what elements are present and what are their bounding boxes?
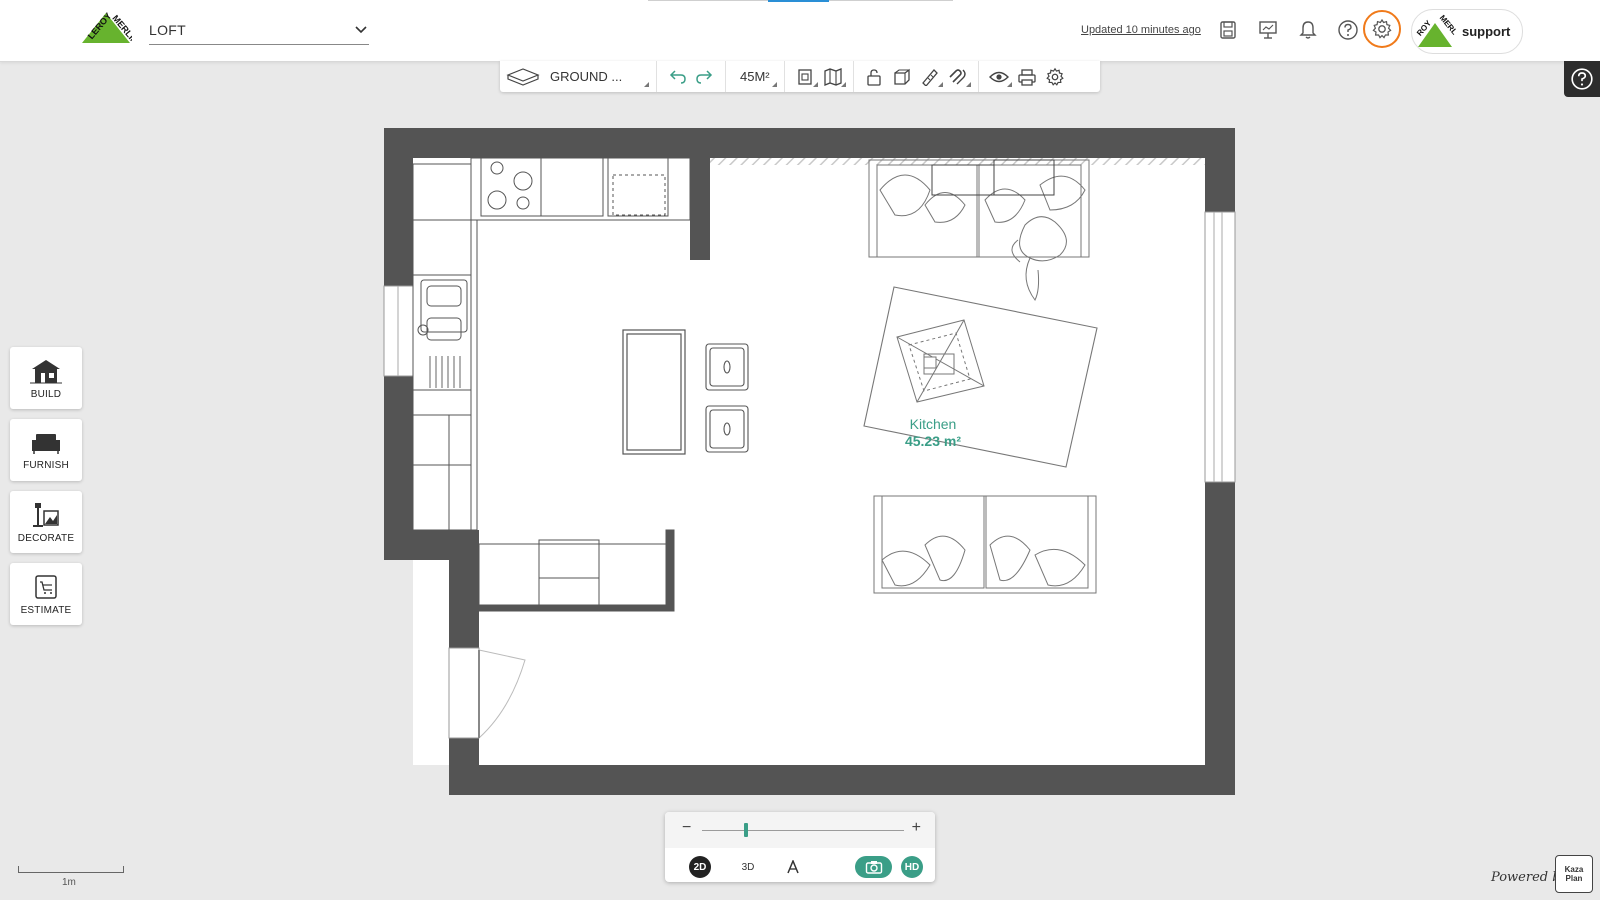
magnet-button[interactable]	[944, 65, 972, 89]
view-group	[979, 61, 1075, 92]
area-group: 45M²	[726, 61, 785, 92]
estimate-button[interactable]: ESTIMATE	[10, 563, 82, 625]
magnet-icon	[949, 68, 966, 84]
wall-hatch	[710, 158, 1205, 165]
printer-icon	[1017, 68, 1036, 86]
sofa-icon	[32, 433, 60, 454]
redo-icon	[696, 69, 713, 84]
zoom-row: − +	[665, 812, 935, 848]
lock-button[interactable]	[860, 65, 888, 89]
plan-document-button[interactable]	[791, 65, 819, 89]
room-area-label: 45.23 m²	[905, 433, 961, 449]
decorate-button[interactable]: DECORATE	[10, 491, 82, 553]
presentation-icon[interactable]	[1255, 17, 1281, 43]
window-right[interactable]	[1204, 211, 1236, 483]
help-icon[interactable]	[1335, 17, 1361, 43]
save-icon[interactable]	[1215, 17, 1241, 43]
last-updated-link[interactable]: Updated 10 minutes ago	[1081, 24, 1201, 36]
view-3d-button[interactable]: 3D	[735, 856, 761, 878]
scale-bar	[18, 866, 124, 873]
measure-button[interactable]	[916, 65, 944, 89]
area-button[interactable]: 45M²	[732, 65, 778, 89]
user-name: support	[1462, 24, 1511, 39]
floor-icon	[506, 67, 540, 86]
eye-icon	[988, 71, 1009, 82]
editor-toolbar: GROUND ... 45M²	[500, 61, 1100, 92]
zoom-out-button[interactable]: −	[682, 819, 691, 837]
user-menu-button[interactable]: ROY MERL support	[1411, 9, 1523, 54]
plan-group	[785, 61, 854, 92]
gear-icon	[1045, 67, 1064, 86]
gear-icon	[1372, 18, 1392, 39]
door[interactable]	[448, 647, 480, 739]
visibility-button[interactable]	[985, 65, 1013, 89]
floor-select[interactable]: GROUND ...	[506, 65, 650, 89]
print-button[interactable]	[1013, 65, 1041, 89]
redo-button[interactable]	[691, 65, 719, 89]
furnish-button[interactable]: FURNISH	[10, 419, 82, 481]
camera-icon	[865, 861, 882, 874]
floor-group: GROUND ...	[500, 61, 657, 92]
undo-icon	[669, 69, 686, 84]
estimate-label: ESTIMATE	[20, 604, 72, 616]
kazaplan-logo[interactable]: Kaza Plan	[1555, 855, 1593, 893]
view-controls: − + 2D 3D HD	[665, 812, 935, 882]
furnish-label: FURNISH	[23, 459, 69, 471]
plan-document-icon	[797, 68, 812, 85]
zoom-slider-track[interactable]	[702, 830, 904, 831]
project-name: LOFT	[149, 22, 186, 38]
room-name-label[interactable]: Kitchen	[910, 416, 957, 432]
settings-button[interactable]	[1363, 10, 1401, 48]
build-label: BUILD	[30, 388, 62, 400]
zoom-slider-thumb[interactable]	[744, 823, 749, 837]
plan-settings-button[interactable]	[1041, 65, 1069, 89]
estimate-icon	[35, 574, 57, 599]
decorate-icon	[33, 502, 59, 527]
camera-button[interactable]	[855, 856, 892, 878]
room-floor[interactable]	[413, 158, 1205, 765]
partition-wall[interactable]	[690, 158, 710, 260]
tools-group	[854, 61, 979, 92]
logo-text-top: Kaza	[1564, 865, 1584, 874]
map-button[interactable]	[819, 65, 847, 89]
brand-logo[interactable]: LEROY MERLIN	[80, 9, 132, 51]
bell-icon[interactable]	[1295, 17, 1321, 43]
cube-icon	[893, 68, 910, 85]
logo-text-bottom: Plan	[1565, 874, 1583, 883]
scale-label: 1m	[62, 877, 76, 888]
hd-render-button[interactable]: HD	[901, 856, 923, 878]
top-bar: LEROY MERLIN LOFT Updated 10 minutes ago…	[0, 0, 1600, 62]
text-tool-button[interactable]	[782, 856, 804, 878]
help-panel-toggle[interactable]	[1564, 61, 1600, 97]
ruler-icon	[921, 68, 938, 86]
decorate-label: DECORATE	[17, 532, 75, 544]
build-button[interactable]: BUILD	[10, 347, 82, 409]
walls-button[interactable]	[888, 65, 916, 89]
floor-label: GROUND ...	[550, 69, 623, 84]
floor-plan-canvas[interactable]: Kitchen 45.23 m²	[0, 0, 1600, 900]
view-2d-button[interactable]: 2D	[689, 856, 711, 878]
help-icon	[1571, 68, 1593, 90]
lock-icon	[866, 68, 881, 86]
chevron-down-icon	[355, 26, 367, 34]
letter-a-icon	[787, 860, 799, 874]
house-icon	[30, 359, 62, 383]
undo-button[interactable]	[663, 65, 691, 89]
zoom-in-button[interactable]: +	[912, 819, 921, 837]
avatar: ROY MERL	[1415, 11, 1456, 52]
map-icon	[823, 67, 842, 86]
loading-indicator	[768, 0, 829, 2]
history-group	[657, 61, 726, 92]
project-select[interactable]: LOFT	[149, 16, 369, 45]
